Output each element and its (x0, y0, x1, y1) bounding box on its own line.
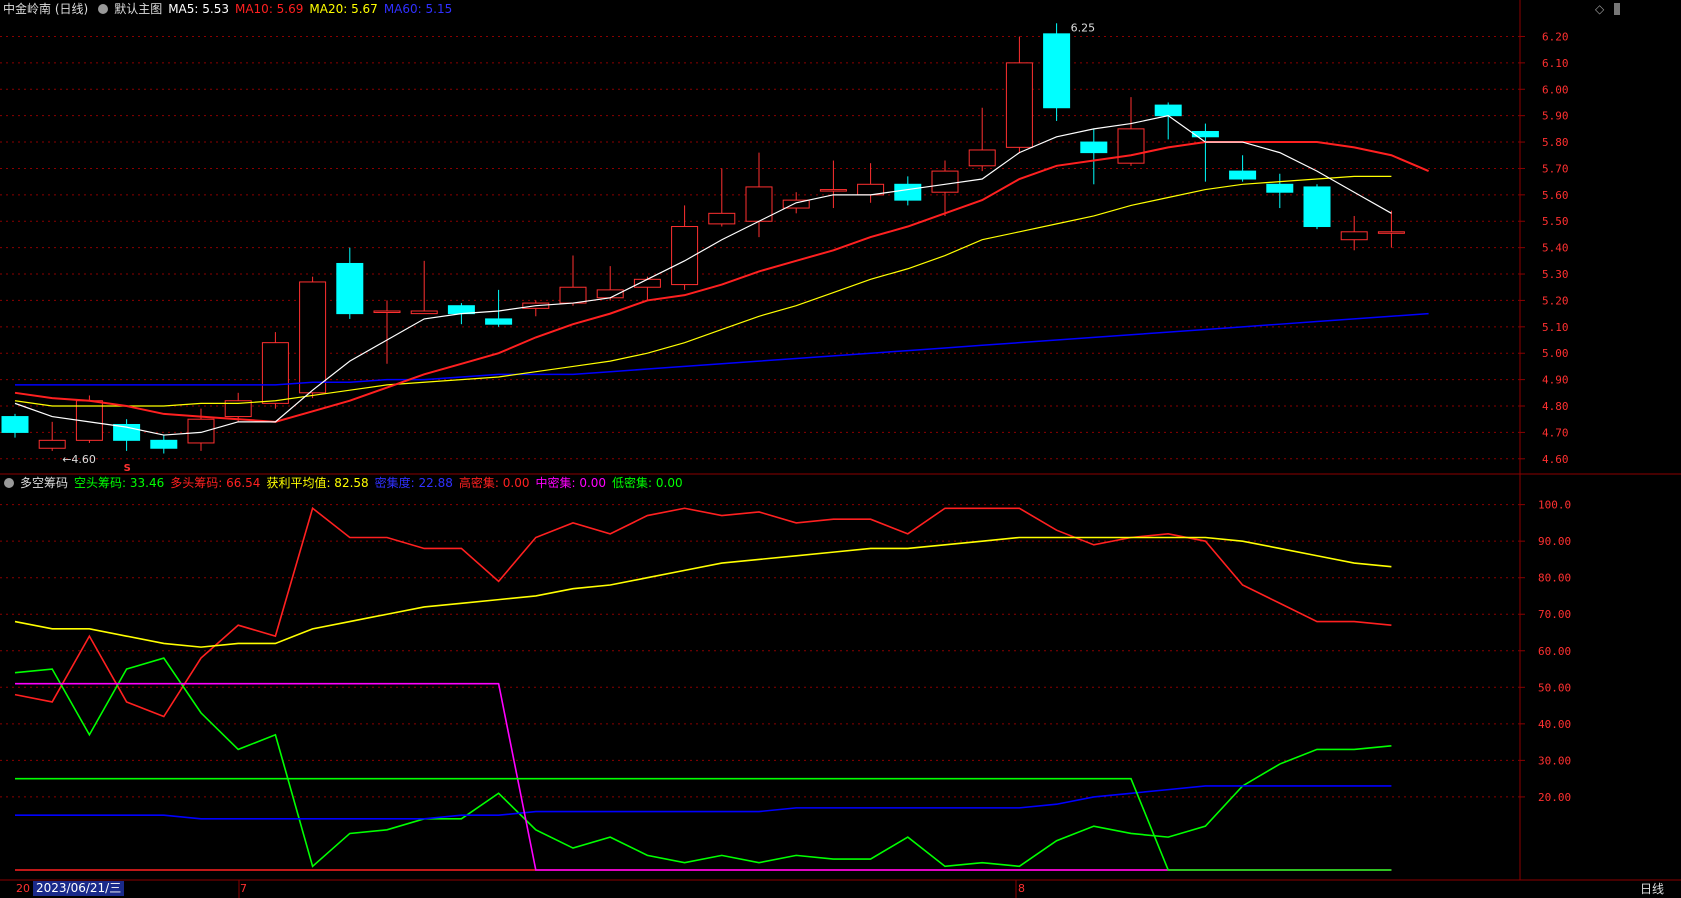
profit-avg-value: 获利平均值: 82.58 (266, 476, 369, 490)
y-tick-label: 5.60 (1542, 189, 1569, 202)
ma10-value: MA10: 5.69 (234, 2, 304, 16)
settings-icon[interactable] (4, 478, 14, 488)
candle-body (1117, 128, 1145, 164)
y-tick-label: 5.20 (1542, 294, 1569, 307)
candle-body (968, 149, 996, 167)
y-tick-label: 20.00 (1538, 791, 1571, 804)
candlestick-series (1, 23, 1405, 454)
time-label-month-8: 8 (1018, 882, 1025, 895)
mid-dense-value: 中密集: 0.00 (535, 476, 607, 490)
candle-body (150, 439, 178, 449)
candle-body (1266, 183, 1294, 193)
main-y-axis: 6.20 6.10 6.00 5.90 5.80 5.70 5.60 5.50 5.40 5.30… (1520, 30, 1569, 466)
y-tick-label: 4.60 (1542, 453, 1569, 466)
moving-average-lines (14, 115, 1429, 436)
candle-body (187, 418, 215, 444)
sub-indicator-lines (14, 506, 1392, 871)
candle-body (38, 439, 66, 449)
indicator-name[interactable]: 多空筹码 (20, 476, 68, 490)
ma5-value: MA5: 5.53 (168, 2, 229, 16)
candle-body (708, 212, 736, 225)
time-label-month-7: 7 (240, 882, 247, 895)
y-tick-label: 5.10 (1542, 321, 1569, 334)
candle-body (1340, 231, 1368, 241)
candle-body (336, 262, 364, 315)
y-tick-label: 90.00 (1538, 535, 1571, 548)
low-price-label: ←4.60 (62, 453, 96, 466)
ma60-line (15, 312, 1429, 386)
y-tick-label: 5.30 (1542, 268, 1569, 281)
high-dense-value: 高密集: 0.00 (458, 476, 530, 490)
time-label-start: 20 (16, 882, 30, 895)
candle-body (1080, 141, 1108, 154)
short-chips-value: 空头筹码: 33.46 (74, 476, 165, 490)
candle-body (1229, 170, 1257, 180)
candle-body (485, 318, 513, 325)
candle-body (299, 281, 327, 394)
high-price-label: 6.25 (1071, 21, 1096, 34)
candle-body (1043, 33, 1071, 109)
sub-chart-grid (0, 504, 1520, 798)
y-tick-label: 5.90 (1542, 110, 1569, 123)
concentration-line (15, 785, 1392, 820)
long-chips-value: 多头筹码: 66.54 (170, 476, 261, 490)
low-dense-line (15, 777, 1392, 871)
ma20-value: MA20: 5.67 (309, 2, 378, 16)
y-tick-label: 5.50 (1542, 215, 1569, 228)
signal-mark: S (124, 463, 131, 474)
y-tick-label: 6.00 (1542, 83, 1569, 96)
y-tick-label: 5.80 (1542, 136, 1569, 149)
candle-body (1005, 62, 1033, 148)
candle-body (559, 286, 587, 304)
settings-icon[interactable] (98, 4, 109, 14)
y-tick-label: 6.10 (1542, 57, 1569, 70)
candle-body (373, 310, 401, 313)
stock-name[interactable]: 中金岭南 (日线) (3, 2, 88, 16)
y-tick-label: 40.00 (1538, 718, 1571, 731)
y-tick-label: 70.00 (1538, 608, 1571, 621)
y-tick-label: 100.0 (1538, 499, 1571, 512)
low-dense-value: 低密集: 0.00 (612, 476, 683, 490)
candle-body (894, 183, 922, 201)
long-chips-line (14, 506, 1392, 718)
ma20-line (14, 175, 1392, 407)
y-tick-label: 6.20 (1542, 30, 1569, 43)
sub-y-axis: 100.0 90.00 80.00 70.00 60.00 50.00 40.00 30.00… (1520, 499, 1571, 804)
mid-dense-line (15, 682, 1392, 871)
period-button[interactable]: 日线 (1640, 880, 1664, 898)
candle-body (1154, 104, 1182, 117)
candle-body (410, 310, 438, 315)
ma60-value: MA60: 5.15 (383, 2, 453, 16)
window-controls: ◇ (1595, 2, 1621, 16)
y-tick-label: 80.00 (1538, 572, 1571, 585)
y-tick-label: 60.00 (1538, 645, 1571, 658)
y-tick-label: 5.70 (1542, 162, 1569, 175)
date-cursor-badge: 2023/06/21/三 (33, 881, 125, 896)
ma5-line (14, 115, 1392, 436)
main-chart-label[interactable]: 默认主图 (114, 2, 162, 16)
main-chart-header: 中金岭南 (日线) 默认主图 MA5: 5.53 MA10: 5.69 MA20: 5.… (0, 1, 458, 17)
candle-body (1377, 231, 1405, 234)
y-tick-label: 4.90 (1542, 374, 1569, 387)
main-chart-grid (0, 0, 1681, 898)
diamond-icon[interactable]: ◇ (1595, 2, 1604, 16)
candle-body (1, 416, 29, 433)
candle-body (931, 170, 959, 193)
concentration-value: 密集度: 22.88 (374, 476, 453, 490)
candle-body (1303, 186, 1331, 228)
short-chips-line (14, 657, 1392, 868)
y-tick-label: 50.00 (1538, 681, 1571, 694)
candle-body (819, 189, 847, 192)
scroll-handle-icon[interactable] (1614, 3, 1621, 15)
y-tick-label: 5.40 (1542, 242, 1569, 255)
y-tick-label: 4.80 (1542, 400, 1569, 413)
candle-body (261, 342, 289, 404)
time-axis[interactable]: 20 7 8 (0, 880, 1681, 898)
y-tick-label: 5.00 (1542, 347, 1569, 360)
profit-avg-line (14, 536, 1392, 648)
y-tick-label: 30.00 (1538, 754, 1571, 767)
chart-canvas[interactable]: 6.20 6.10 6.00 5.90 5.80 5.70 5.60 5.50 5.40 5.30… (0, 0, 1681, 898)
sub-chart-header: 多空筹码 空头筹码: 33.46 多头筹码: 66.54 获利平均值: 82.58 密集… (0, 475, 689, 491)
y-tick-label: 4.70 (1542, 426, 1569, 439)
